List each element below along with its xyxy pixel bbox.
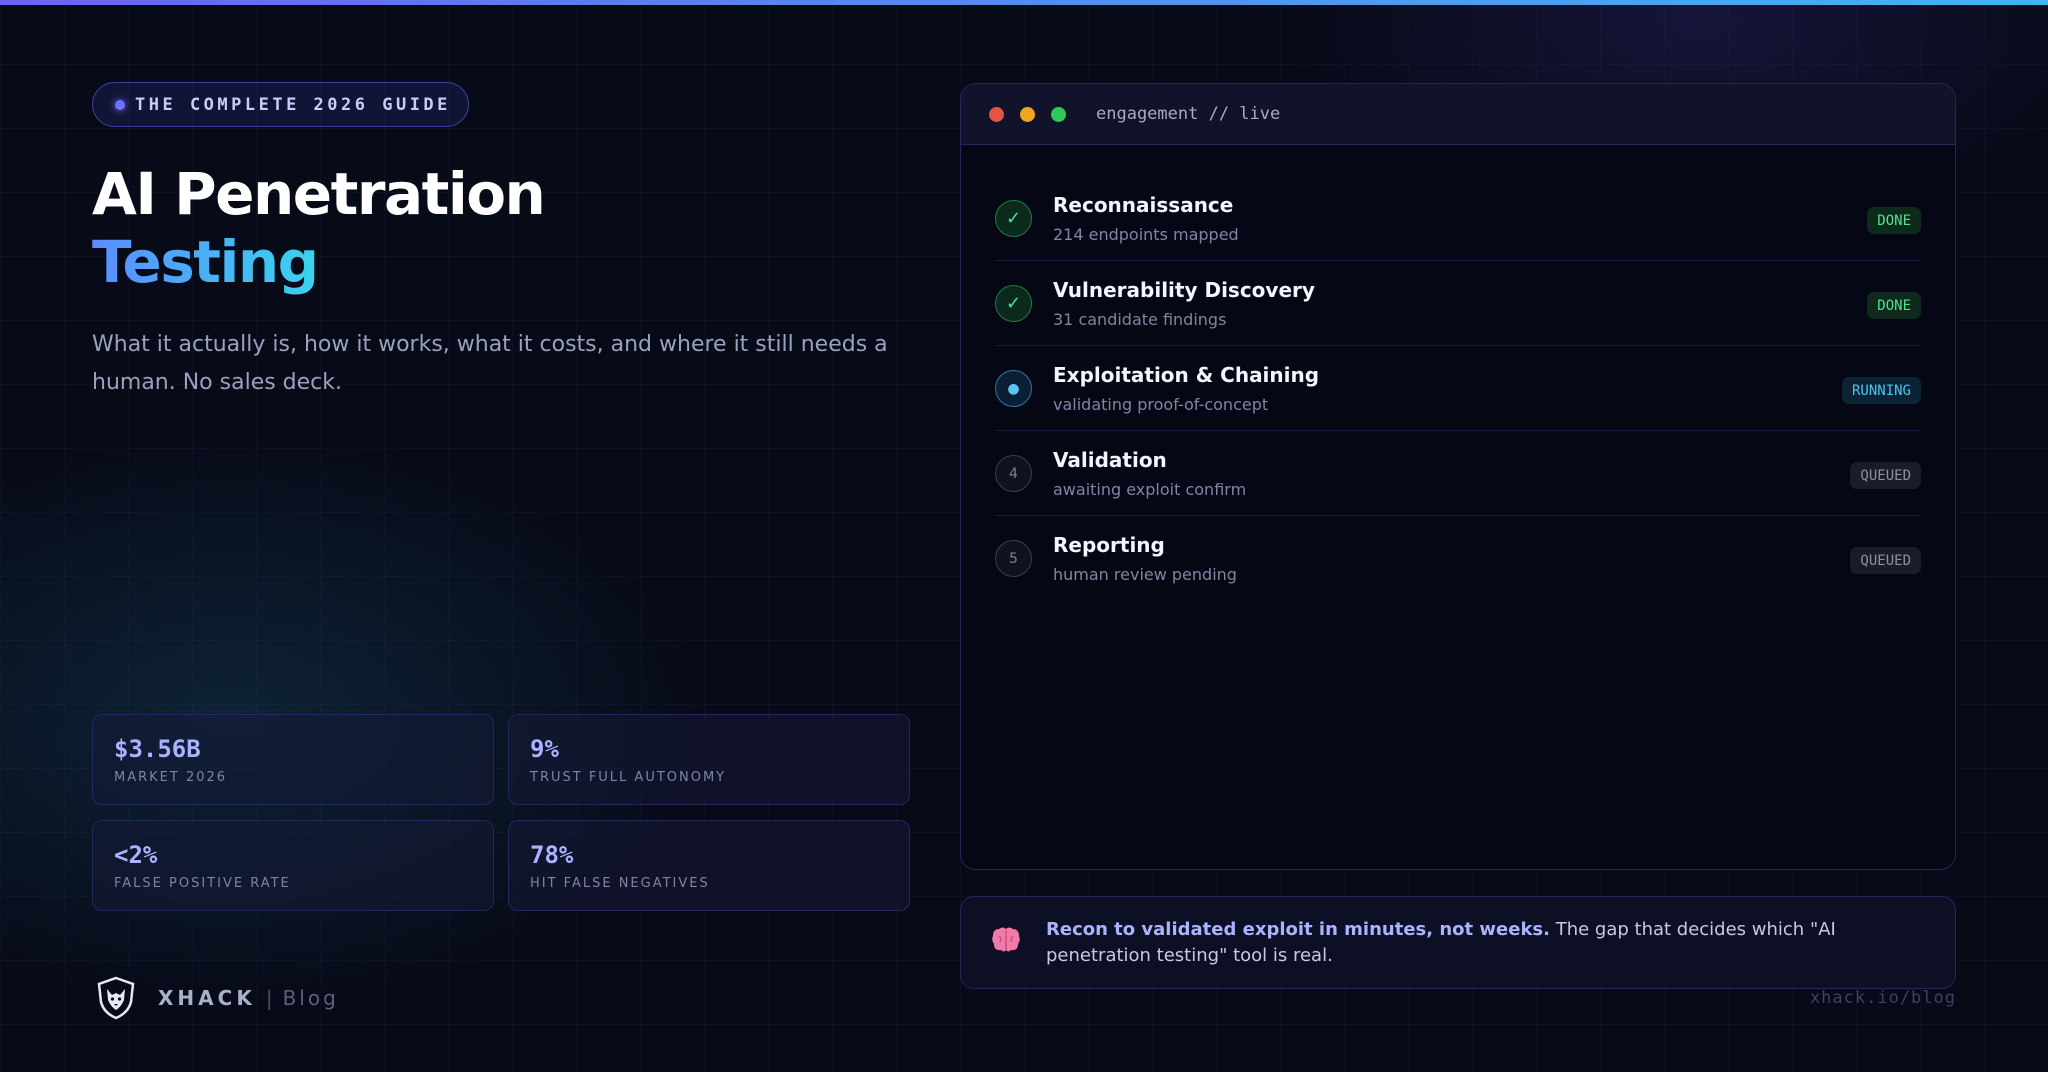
step-reporting: 5 Reporting human review pending QUEUED (995, 516, 1921, 601)
stat-value: 9% (530, 735, 559, 763)
status-badge: DONE (1867, 292, 1921, 319)
stat-card-false-positive: <2% FALSE POSITIVE RATE (92, 820, 494, 911)
page-title-line1: AI Penetration (92, 160, 546, 228)
stat-label: HIT FALSE NEGATIVES (530, 876, 710, 891)
stat-label: MARKET 2026 (114, 770, 228, 785)
badge-label: THE COMPLETE 2026 GUIDE (135, 94, 451, 115)
step-number: 5 (995, 540, 1032, 577)
stat-value: $3.56B (114, 735, 201, 763)
step-exploitation-chaining: ● Exploitation & Chaining validating pro… (995, 346, 1921, 431)
step-detail: 214 endpoints mapped (1053, 225, 1239, 244)
terminal-title: engagement // live (1096, 104, 1281, 124)
stat-value: 78% (530, 841, 574, 869)
check-icon: ✓ (995, 285, 1032, 322)
step-detail: human review pending (1053, 565, 1237, 584)
step-detail: 31 candidate findings (1053, 310, 1227, 329)
footer-url-link[interactable]: xhack.io/blog (1810, 988, 1956, 1008)
step-name: Vulnerability Discovery (1053, 278, 1315, 302)
window-close-dot-icon[interactable] (989, 106, 1004, 122)
stat-value: <2% (114, 841, 158, 869)
wolf-shield-icon (97, 976, 135, 1020)
step-name: Exploitation & Chaining (1053, 363, 1320, 387)
step-detail: awaiting exploit confirm (1053, 480, 1247, 499)
page-subtitle: What it actually is, how it works, what … (92, 332, 888, 395)
window-minimize-dot-icon[interactable] (1020, 106, 1035, 122)
status-badge: RUNNING (1841, 377, 1921, 404)
step-name: Validation (1053, 448, 1167, 472)
callout-note: Recon to validated exploit in minutes, n… (960, 896, 1956, 989)
status-badge: DONE (1867, 207, 1921, 234)
window-maximize-dot-icon[interactable] (1051, 106, 1066, 122)
brand[interactable]: XHACK | Blog (96, 974, 339, 1022)
guide-badge: THE COMPLETE 2026 GUIDE (92, 82, 469, 127)
stat-card-trust: 9% TRUST FULL AUTONOMY (508, 714, 910, 805)
badge-dot-icon (115, 99, 125, 110)
check-icon: ✓ (995, 200, 1032, 237)
stat-label: FALSE POSITIVE RATE (114, 876, 291, 891)
stat-label: TRUST FULL AUTONOMY (530, 770, 727, 785)
brand-separator: | (265, 986, 273, 1010)
step-reconnaissance: ✓ Reconnaissance 214 endpoints mapped DO… (995, 176, 1921, 261)
step-vulnerability-discovery: ✓ Vulnerability Discovery 31 candidate f… (995, 261, 1921, 346)
status-badge: QUEUED (1850, 462, 1921, 489)
running-dot-icon: ● (995, 370, 1032, 407)
note-highlight: Recon to validated exploit in minutes, n… (1046, 919, 1550, 940)
engagement-terminal: engagement // live ✓ Reconnaissance 214 … (960, 83, 1956, 870)
brand-section: Blog (282, 986, 339, 1010)
status-badge: QUEUED (1850, 547, 1921, 574)
stat-card-market: $3.56B MARKET 2026 (92, 714, 494, 805)
brain-icon (992, 927, 1020, 952)
step-detail: validating proof-of-concept (1053, 395, 1269, 414)
step-name: Reconnaissance (1053, 193, 1234, 217)
step-validation: 4 Validation awaiting exploit confirm QU… (995, 431, 1921, 516)
page: THE COMPLETE 2026 GUIDE AI Penetration T… (0, 0, 2048, 1072)
stat-card-false-negatives: 78% HIT FALSE NEGATIVES (508, 820, 910, 911)
top-accent-bar (0, 0, 2048, 5)
terminal-header: engagement // live (961, 84, 1955, 145)
step-name: Reporting (1053, 533, 1165, 557)
step-number: 4 (995, 455, 1032, 492)
page-title-line2: Testing (92, 228, 319, 296)
brand-name: XHACK (158, 986, 256, 1010)
